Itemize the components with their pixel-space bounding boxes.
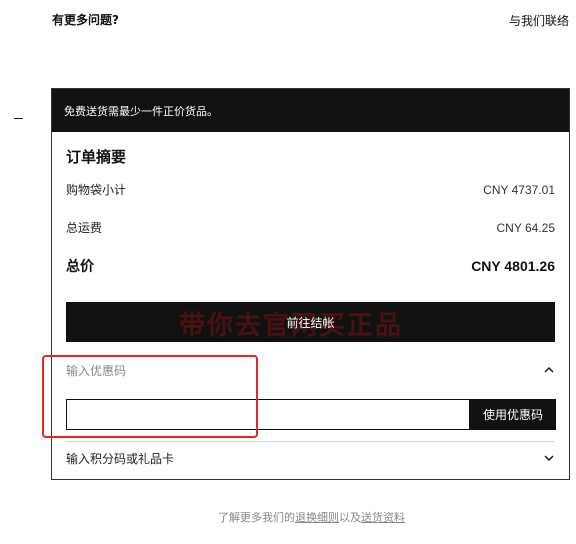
shipping-row: 总运费 CNY 64.25: [66, 219, 555, 236]
total-value: CNY 4801.26: [471, 258, 555, 274]
points-giftcard-toggle[interactable]: 输入积分码或礼品卡: [66, 447, 555, 469]
chevron-up-icon: [543, 364, 555, 376]
divider: [66, 441, 555, 442]
subtotal-label: 购物袋小计: [66, 183, 127, 197]
top-question: 有更多问题?: [52, 13, 119, 27]
footer-middle: 以及: [339, 511, 361, 524]
contact-us-link[interactable]: 与我们联络: [509, 12, 569, 29]
shipping-value: CNY 64.25: [496, 220, 555, 235]
shipping-label: 总运费: [66, 221, 103, 235]
free-shipping-text: 免费送货需最少一件正价货品。: [64, 104, 218, 118]
highlight-annotation-box: [42, 355, 258, 438]
subtotal-row: 购物袋小计 CNY 4737.01: [66, 181, 555, 198]
total-row: 总价 CNY 4801.26: [66, 256, 555, 276]
footer-prefix: 了解更多我们的: [218, 511, 295, 524]
free-shipping-banner: 免费送货需最少一件正价货品。: [52, 89, 569, 132]
points-giftcard-label: 输入积分码或礼品卡: [66, 451, 175, 466]
dash-mark: [14, 118, 23, 119]
shipping-info-link[interactable]: 送货资料: [361, 511, 405, 524]
chevron-down-icon: [543, 452, 555, 464]
checkout-button-label: 前往结帐: [286, 315, 335, 330]
subtotal-value: CNY 4737.01: [483, 182, 555, 197]
order-summary-title: 订单摘要: [66, 148, 127, 166]
checkout-button[interactable]: 带你去官网买正品 前往结帐: [66, 302, 555, 342]
apply-promo-button[interactable]: 使用优惠码: [470, 399, 556, 430]
returns-policy-link[interactable]: 退换细则: [295, 511, 339, 524]
total-label: 总价: [66, 259, 94, 275]
footer-note: 了解更多我们的退换细则以及送货资料: [218, 509, 405, 525]
